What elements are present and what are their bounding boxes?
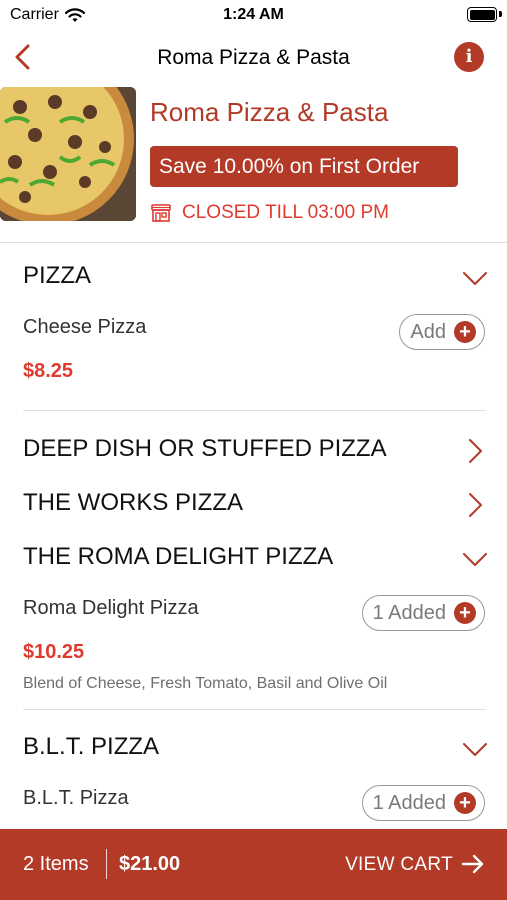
cart-total: $21.00 — [119, 853, 181, 875]
chevron-down-icon — [463, 743, 487, 756]
category-pizza[interactable]: PIZZA — [23, 262, 487, 298]
add-button-label: 1 Added — [372, 601, 446, 624]
category-label: THE ROMA DELIGHT PIZZA — [23, 543, 334, 570]
restaurant-image — [0, 87, 136, 221]
view-cart-bar[interactable]: 2 Items $21.00 VIEW CART — [0, 829, 507, 900]
store-icon — [151, 204, 171, 222]
chevron-down-icon — [463, 553, 487, 566]
status-text: CLOSED TILL 03:00 PM — [182, 202, 389, 223]
add-button-label: 1 Added — [372, 791, 446, 814]
info-button[interactable]: i — [454, 42, 484, 72]
category-deep-dish[interactable]: DEEP DISH OR STUFFED PIZZA — [23, 435, 487, 471]
status-time: 1:24 AM — [223, 6, 284, 23]
promo-badge: Save 10.00% on First Order — [150, 146, 458, 187]
category-label: B.L.T. PIZZA — [23, 733, 160, 760]
restaurant-name: Roma Pizza & Pasta — [150, 97, 389, 127]
page-title: Roma Pizza & Pasta — [157, 46, 350, 69]
section-divider — [23, 410, 486, 411]
category-works[interactable]: THE WORKS PIZZA — [23, 489, 487, 525]
battery-tip — [499, 11, 502, 17]
menu-item-name: Cheese Pizza — [23, 316, 147, 338]
added-button[interactable]: 1 Added + — [361, 595, 485, 631]
arrow-right-icon — [461, 854, 484, 874]
header-divider — [0, 242, 507, 243]
plus-icon: + — [454, 602, 476, 624]
chevron-right-icon — [469, 493, 482, 517]
nav-bar: Roma Pizza & Pasta i — [0, 36, 507, 80]
section-divider — [23, 709, 486, 710]
cart-separator — [106, 849, 107, 879]
view-cart-label: VIEW CART — [345, 854, 453, 875]
added-button[interactable]: 1 Added + — [361, 785, 485, 821]
menu-item-price: $10.25 — [23, 641, 85, 663]
restaurant-header: Roma Pizza & Pasta Save 10.00% on First … — [0, 87, 507, 227]
plus-icon: + — [454, 792, 476, 814]
restaurant-status: CLOSED TILL 03:00 PM — [150, 202, 389, 224]
add-to-cart-button[interactable]: Add + — [399, 314, 485, 350]
add-button-label: Add — [410, 320, 446, 343]
category-label: PIZZA — [23, 262, 92, 289]
plus-icon: + — [454, 321, 476, 343]
status-bar: Carrier 1:24 AM — [0, 0, 507, 30]
battery-icon — [467, 7, 497, 22]
cart-item-count: 2 Items — [23, 853, 89, 875]
category-roma-delight[interactable]: THE ROMA DELIGHT PIZZA — [23, 543, 487, 579]
chevron-right-icon — [469, 439, 482, 463]
info-icon: i — [465, 46, 473, 67]
menu-item-name: B.L.T. Pizza — [23, 787, 129, 809]
menu-item-price: $8.25 — [23, 360, 74, 382]
chevron-down-icon — [463, 272, 487, 285]
menu-item-name: Roma Delight Pizza — [23, 597, 199, 619]
category-label: THE WORKS PIZZA — [23, 489, 244, 516]
category-blt[interactable]: B.L.T. PIZZA — [23, 733, 487, 769]
menu-item-description: Blend of Cheese, Fresh Tomato, Basil and… — [23, 675, 388, 692]
category-label: DEEP DISH OR STUFFED PIZZA — [23, 435, 387, 462]
